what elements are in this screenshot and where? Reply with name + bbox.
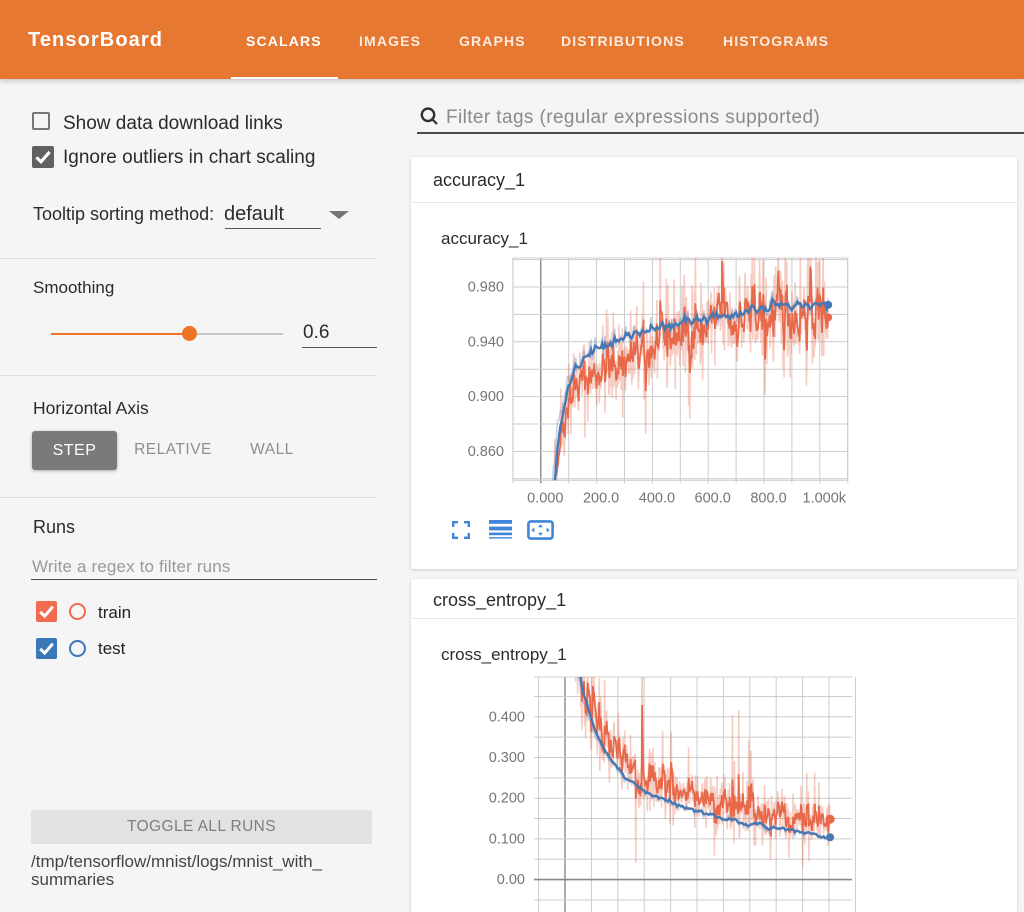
- svg-text:0.400: 0.400: [489, 709, 525, 725]
- svg-text:0.200: 0.200: [489, 791, 525, 807]
- svg-text:600.0: 600.0: [695, 490, 731, 506]
- svg-text:0.980: 0.980: [468, 280, 504, 296]
- svg-text:0.940: 0.940: [468, 334, 504, 350]
- svg-text:0.900: 0.900: [468, 389, 504, 405]
- svg-text:1.000k: 1.000k: [803, 490, 847, 506]
- svg-text:0.300: 0.300: [489, 750, 525, 766]
- svg-text:200.0: 200.0: [583, 490, 619, 506]
- svg-text:0.000: 0.000: [527, 490, 563, 506]
- svg-text:400.0: 400.0: [639, 490, 675, 506]
- svg-text:800.0: 800.0: [750, 490, 786, 506]
- svg-text:0.100: 0.100: [489, 831, 525, 847]
- svg-text:0.860: 0.860: [468, 444, 504, 460]
- svg-text:0.00: 0.00: [497, 872, 525, 888]
